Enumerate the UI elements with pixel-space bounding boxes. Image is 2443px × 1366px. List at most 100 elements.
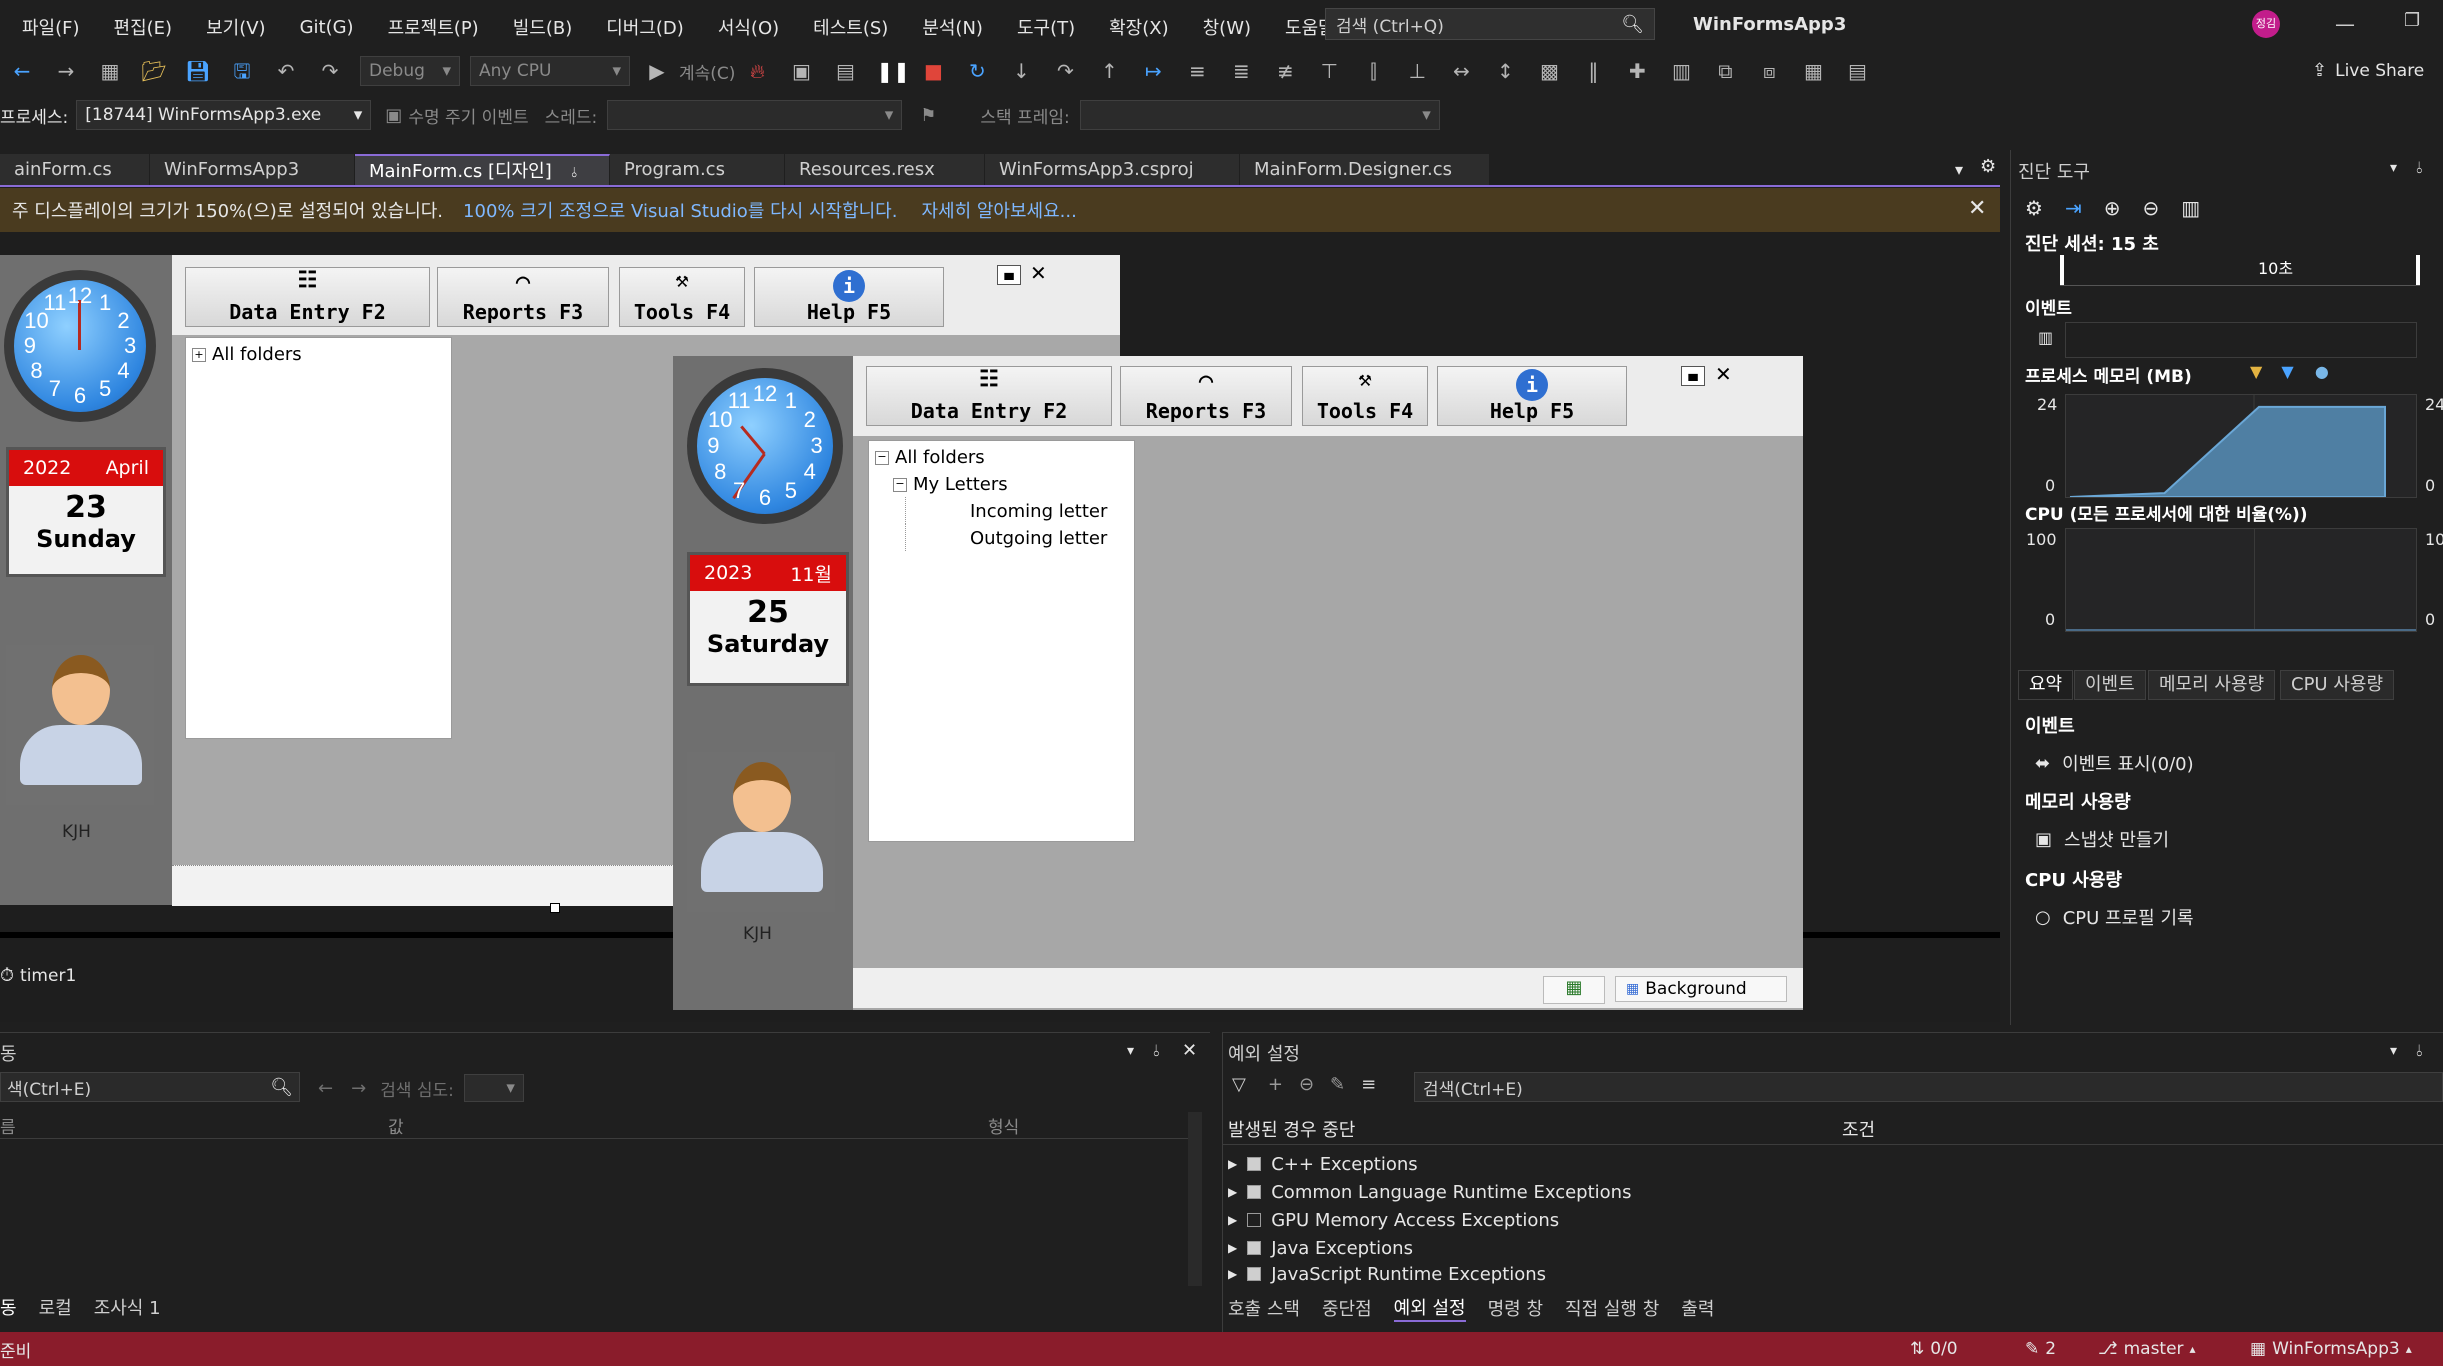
lifecycle-label[interactable]: 수명 주기 이벤트 (408, 103, 528, 128)
col-conditions[interactable]: 조건 (1842, 1116, 1875, 1142)
tab-csproj[interactable]: WinFormsApp3.csproj (985, 154, 1240, 186)
col-name[interactable]: 름 (0, 1113, 16, 1138)
zoom-in-icon[interactable]: ⊕ (2104, 196, 2121, 220)
step-into-icon[interactable]: ↓ (1008, 58, 1034, 84)
data-entry-button[interactable]: ☷ Data Entry F2 (866, 366, 1112, 426)
avatar[interactable]: 정김 (2252, 10, 2280, 38)
bring-front-icon[interactable]: ⧉ (1712, 58, 1738, 84)
minimize-icon[interactable]: — (2335, 12, 2355, 36)
step-over-icon[interactable]: ↷ (1052, 58, 1078, 84)
stop-icon[interactable]: ■ (920, 58, 946, 84)
events-pause-icon[interactable]: ▥ (2038, 328, 2053, 347)
status-edits[interactable]: ✎ 2 (2025, 1339, 2056, 1359)
folder-tree[interactable]: + All folders (185, 337, 452, 739)
gear-icon[interactable]: ⚙ (1980, 156, 1996, 177)
align-top-icon[interactable]: ⊤ (1316, 58, 1342, 84)
status-updown[interactable]: ⇅ 0/0 (1910, 1339, 1958, 1359)
exception-checkbox[interactable] (1247, 1185, 1262, 1199)
tree-node-all-folders[interactable]: − All folders (869, 441, 1134, 470)
remove-icon[interactable]: ⊖ (1299, 1074, 1314, 1095)
cpu-chart[interactable] (2065, 528, 2417, 632)
menu-build[interactable]: 빌드(B) (513, 14, 573, 40)
form-minimize-icon[interactable]: ▄ (997, 265, 1021, 285)
align-middle-icon[interactable]: ⫿ (1360, 58, 1386, 84)
thread-dropdown[interactable]: ▾ (607, 100, 903, 130)
add-icon[interactable]: + (1268, 1074, 1283, 1095)
exception-checkbox[interactable] (1247, 1267, 1262, 1281)
reports-button[interactable]: ◠ Reports F3 (1120, 366, 1292, 426)
forward-icon[interactable]: → (351, 1078, 366, 1099)
background-button[interactable]: ▦ Background (1615, 976, 1787, 1002)
menu-analyze[interactable]: 분석(N) (922, 14, 983, 40)
form-close-icon[interactable]: ✕ (1030, 261, 1047, 285)
tools-button[interactable]: ⚒ Tools F4 (1302, 366, 1428, 426)
config-dropdown[interactable]: Debug ▾ (360, 56, 460, 86)
restore-icon[interactable]: ❐ (2404, 10, 2420, 31)
pin-icon[interactable]: ⫰ (1153, 1041, 1160, 1061)
same-height-icon[interactable]: ↕ (1492, 58, 1518, 84)
menu-edit[interactable]: 편집(E) (114, 14, 173, 40)
tab-mainform-design[interactable]: MainForm.cs [디자인] ⫰ ✕ (355, 154, 610, 215)
menu-view[interactable]: 보기(V) (206, 14, 265, 40)
save-icon[interactable]: 💾︎ (185, 58, 211, 84)
resize-handle[interactable] (550, 903, 560, 913)
status-project[interactable]: ▦ WinFormsApp3 ▴ (2250, 1339, 2412, 1359)
center-icon[interactable]: ✚ (1624, 58, 1650, 84)
align-bottom-icon[interactable]: ⊥ (1404, 58, 1430, 84)
info-restart-link[interactable]: 100% 크기 조정으로 Visual Studio를 다시 시작합니다. (463, 197, 897, 223)
data-entry-button[interactable]: ☷ Data Entry F2 (185, 267, 430, 327)
process-dropdown[interactable]: [18744] WinFormsApp3.exe ▾ (76, 100, 372, 130)
locals-search[interactable]: 색(Ctrl+E) 🔍︎ (0, 1072, 300, 1102)
menu-debug[interactable]: 디버그(D) (606, 14, 684, 40)
expand-arrow-icon[interactable]: ▶ (1228, 1157, 1237, 1171)
same-width-icon[interactable]: ↔ (1448, 58, 1474, 84)
tab-mainform-designer[interactable]: MainForm.Designer.cs (1240, 154, 1490, 186)
tree-node-my-letters[interactable]: − My Letters (869, 470, 1134, 497)
tab-immediate-window[interactable]: 직접 실행 창 (1565, 1295, 1659, 1321)
exceptions-search[interactable]: 검색(Ctrl+E) (1414, 1072, 2443, 1102)
chevron-down-icon[interactable]: ▾ (2390, 1043, 2397, 1059)
help-button[interactable]: i Help F5 (754, 267, 944, 327)
lifecycle-icon[interactable]: ▣ (385, 105, 402, 126)
grid-icon[interactable]: ▦ (1800, 58, 1826, 84)
menu-window[interactable]: 창(W) (1203, 14, 1251, 40)
events-track[interactable] (2065, 322, 2417, 358)
record-cpu-item[interactable]: ○ CPU 프로필 기록 (2035, 904, 2194, 930)
col-break-when-thrown[interactable]: 발생된 경우 중단 (1228, 1116, 1355, 1142)
reset-zoom-icon[interactable]: ▥ (2181, 196, 2200, 220)
forward-icon[interactable]: → (53, 58, 79, 84)
collapse-icon[interactable]: − (875, 450, 889, 465)
diag-tab-summary[interactable]: 요약 (2018, 670, 2074, 700)
back-icon[interactable]: ← (318, 1078, 333, 1099)
diag-tab-cpu[interactable]: CPU 사용량 (2280, 670, 2394, 700)
filter-icon[interactable]: ▽ (1232, 1074, 1246, 1095)
info-learn-more-link[interactable]: 자세히 알아보세요... (921, 197, 1076, 223)
play-icon[interactable]: ▶ (644, 58, 670, 84)
pause-icon[interactable]: ❚❚ (876, 58, 910, 84)
exception-row[interactable]: ▶ C++ Exceptions (1228, 1150, 1631, 1178)
tab-resources-resx[interactable]: Resources.resx (785, 154, 985, 186)
exception-row[interactable]: ▶ Java Exceptions (1228, 1234, 1631, 1262)
global-search[interactable]: 검색 (Ctrl+Q) 🔍︎ (1325, 8, 1655, 40)
calculator-icon[interactable]: ▦ (1543, 976, 1605, 1004)
col-value[interactable]: 값 (388, 1113, 404, 1138)
diag-tab-memory[interactable]: 메모리 사용량 (2148, 670, 2276, 700)
new-project-icon[interactable]: ▦ (97, 58, 123, 84)
exception-checkbox[interactable] (1247, 1241, 1262, 1255)
exception-row[interactable]: ▶ Common Language Runtime Exceptions (1228, 1178, 1631, 1206)
align-center-icon[interactable]: ≣ (1228, 58, 1254, 84)
tab-program-cs[interactable]: Program.cs (610, 154, 785, 186)
pin-icon[interactable]: ⫰ (2416, 158, 2423, 178)
col-type[interactable]: 형식 (988, 1113, 1019, 1138)
layout-icon[interactable]: ▤ (832, 58, 858, 84)
close-icon[interactable]: ✕ (1182, 1040, 1197, 1061)
restore-defaults-icon[interactable]: ≡ (1361, 1074, 1376, 1095)
menu-project[interactable]: 프로젝트(P) (388, 14, 479, 40)
menu-file[interactable]: 파일(F) (22, 14, 80, 40)
tree-node-incoming[interactable]: Incoming letter (905, 497, 1134, 524)
tools-button[interactable]: ⚒ Tools F4 (619, 267, 745, 327)
exception-row[interactable]: ▶ JavaScript Runtime Exceptions (1228, 1262, 1631, 1286)
form-close-icon[interactable]: ✕ (1715, 362, 1732, 386)
menu-tools[interactable]: 도구(T) (1017, 14, 1075, 40)
info-close-icon[interactable]: ✕ (1968, 196, 1986, 221)
